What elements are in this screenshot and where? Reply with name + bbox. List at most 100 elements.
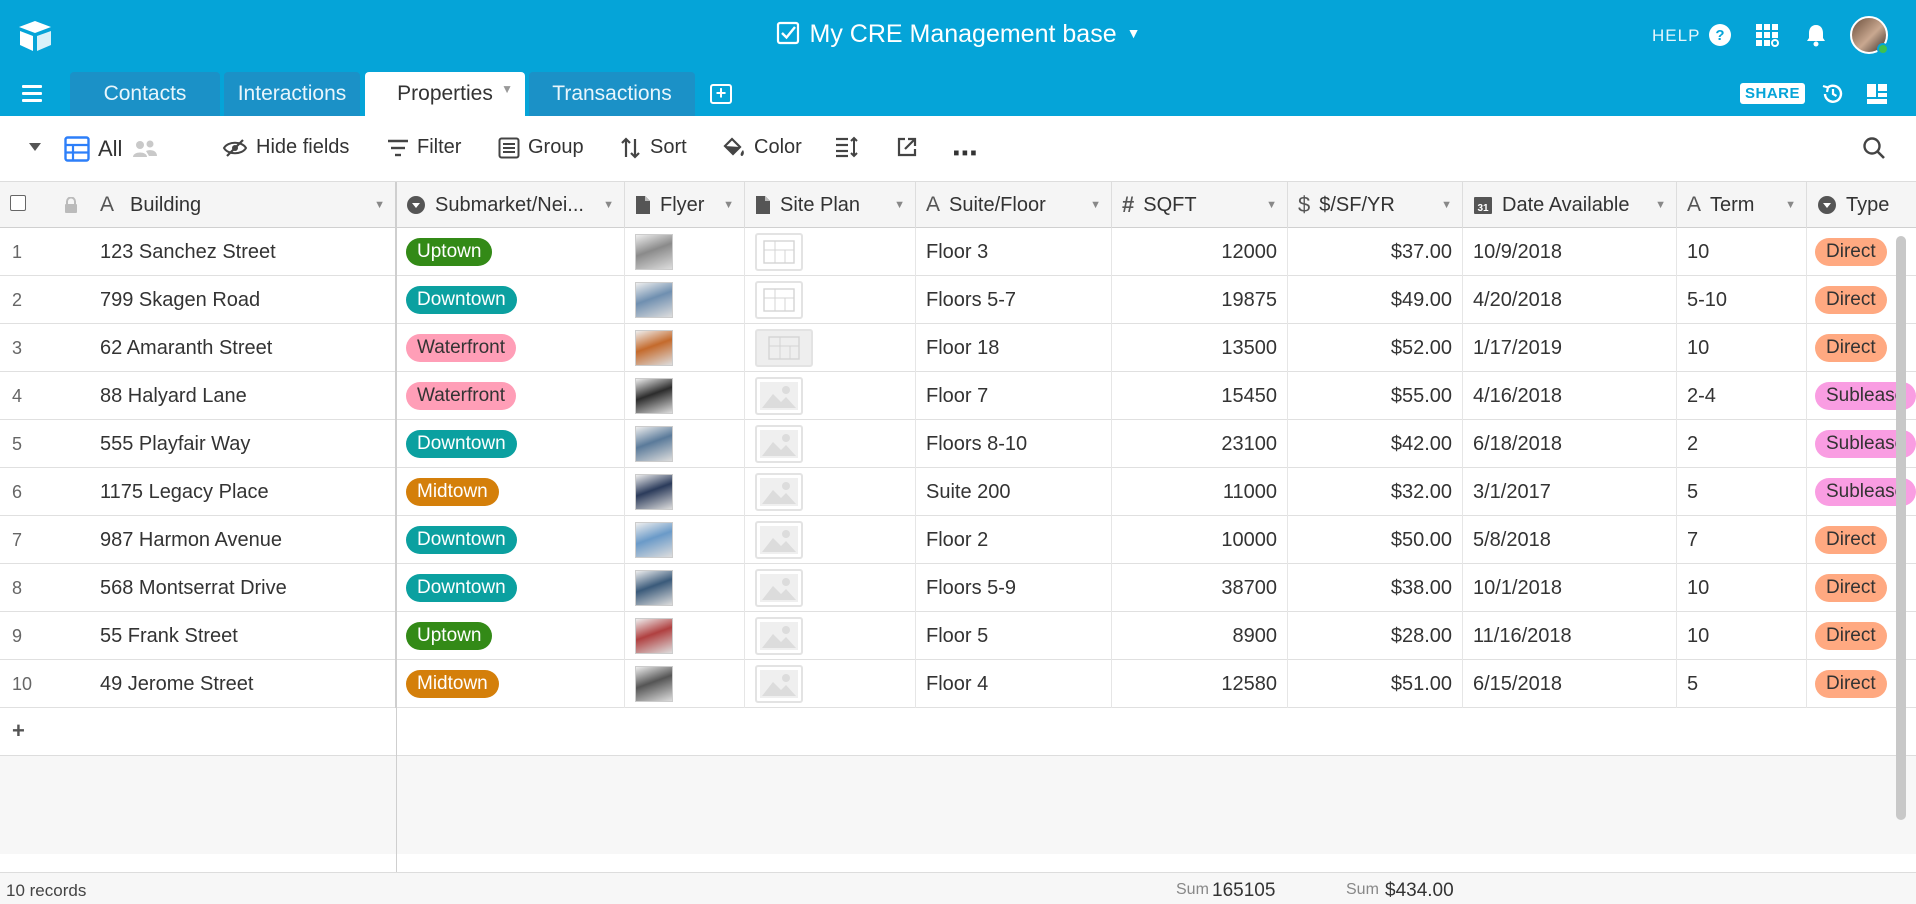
cell-building[interactable]: 987 Harmon Avenue bbox=[90, 516, 396, 564]
cell-rate[interactable]: $37.00 bbox=[1288, 228, 1463, 276]
sidebar-toggle-caret-icon[interactable] bbox=[28, 142, 50, 152]
table-row[interactable]: 8 568 Montserrat Drive Downtown Floors 5-9 3… bbox=[0, 564, 1916, 612]
apps-grid-icon[interactable] bbox=[1752, 20, 1782, 50]
row-number[interactable]: 9 bbox=[0, 612, 90, 660]
table-row[interactable]: 2 799 Skagen Road Downtown Floors 5-7 19875 $… bbox=[0, 276, 1916, 324]
header-date-available[interactable]: 31 Date Available ▼ bbox=[1463, 182, 1677, 228]
row-number[interactable]: 3 bbox=[0, 324, 90, 372]
floor-plan-thumbnail[interactable] bbox=[755, 329, 813, 367]
table-row[interactable]: 5 555 Playfair Way Downtown Floors 8-10 2310… bbox=[0, 420, 1916, 468]
chevron-down-icon[interactable]: ▼ bbox=[1266, 199, 1277, 211]
cell-submarket[interactable]: Waterfront bbox=[396, 324, 625, 372]
flyer-thumbnail[interactable] bbox=[635, 282, 673, 318]
cell-suite-floor[interactable]: Suite 200 bbox=[916, 468, 1112, 516]
cell-suite-floor[interactable]: Floor 3 bbox=[916, 228, 1112, 276]
cell-submarket[interactable]: Midtown bbox=[396, 660, 625, 708]
image-placeholder-icon[interactable] bbox=[755, 665, 803, 703]
row-number[interactable]: 1 bbox=[0, 228, 90, 276]
cell-term[interactable]: 10 bbox=[1677, 324, 1807, 372]
flyer-thumbnail[interactable] bbox=[635, 378, 673, 414]
image-placeholder-icon[interactable] bbox=[755, 521, 803, 559]
table-row[interactable]: 1 123 Sanchez Street Uptown Floor 3 12000 $37… bbox=[0, 228, 1916, 276]
cell-site-plan[interactable] bbox=[745, 228, 916, 276]
cell-building[interactable]: 88 Halyard Lane bbox=[90, 372, 396, 420]
cell-site-plan[interactable] bbox=[745, 468, 916, 516]
cell-term[interactable]: 5 bbox=[1677, 660, 1807, 708]
floor-plan-thumbnail[interactable] bbox=[755, 233, 803, 271]
cell-flyer[interactable] bbox=[625, 228, 745, 276]
cell-rate[interactable]: $55.00 bbox=[1288, 372, 1463, 420]
chevron-down-icon[interactable]: ▼ bbox=[1785, 199, 1796, 211]
row-number[interactable]: 5 bbox=[0, 420, 90, 468]
cell-flyer[interactable] bbox=[625, 276, 745, 324]
cell-rate[interactable]: $51.00 bbox=[1288, 660, 1463, 708]
cell-date-available[interactable]: 10/1/2018 bbox=[1463, 564, 1677, 612]
cell-flyer[interactable] bbox=[625, 564, 745, 612]
select-all-checkbox[interactable] bbox=[10, 195, 26, 211]
cell-site-plan[interactable] bbox=[745, 276, 916, 324]
cell-rate[interactable]: $38.00 bbox=[1288, 564, 1463, 612]
tab-properties[interactable]: Properties ▼ bbox=[365, 72, 525, 116]
cell-suite-floor[interactable]: Floor 5 bbox=[916, 612, 1112, 660]
row-number[interactable]: 4 bbox=[0, 372, 90, 420]
header-building[interactable]: A Building ▼ bbox=[0, 182, 396, 228]
add-record-row[interactable]: + bbox=[0, 708, 1916, 756]
cell-building[interactable]: 123 Sanchez Street bbox=[90, 228, 396, 276]
chevron-down-icon[interactable]: ▼ bbox=[1655, 199, 1666, 211]
sqft-sum-value[interactable]: 165105 bbox=[1212, 880, 1275, 902]
cell-suite-floor[interactable]: Floor 18 bbox=[916, 324, 1112, 372]
cell-sqft[interactable]: 12000 bbox=[1112, 228, 1288, 276]
cell-flyer[interactable] bbox=[625, 660, 745, 708]
help-link[interactable]: HELP bbox=[1652, 26, 1700, 46]
header-term[interactable]: A Term ▼ bbox=[1677, 182, 1807, 228]
cell-suite-floor[interactable]: Floors 5-9 bbox=[916, 564, 1112, 612]
cell-flyer[interactable] bbox=[625, 468, 745, 516]
cell-rate[interactable]: $49.00 bbox=[1288, 276, 1463, 324]
view-switcher[interactable]: All bbox=[64, 136, 166, 162]
cell-suite-floor[interactable]: Floors 5-7 bbox=[916, 276, 1112, 324]
cell-submarket[interactable]: Downtown bbox=[396, 420, 625, 468]
cell-sqft[interactable]: 23100 bbox=[1112, 420, 1288, 468]
search-icon[interactable] bbox=[1862, 136, 1894, 160]
cell-site-plan[interactable] bbox=[745, 420, 916, 468]
cell-date-available[interactable]: 4/16/2018 bbox=[1463, 372, 1677, 420]
sort-button[interactable]: Sort bbox=[620, 136, 687, 159]
cell-submarket[interactable]: Waterfront bbox=[396, 372, 625, 420]
cell-submarket[interactable]: Uptown bbox=[396, 612, 625, 660]
cell-submarket[interactable]: Downtown bbox=[396, 516, 625, 564]
cell-flyer[interactable] bbox=[625, 420, 745, 468]
hamburger-menu-icon[interactable] bbox=[22, 85, 42, 103]
cell-date-available[interactable]: 5/8/2018 bbox=[1463, 516, 1677, 564]
cell-rate[interactable]: $52.00 bbox=[1288, 324, 1463, 372]
cell-flyer[interactable] bbox=[625, 372, 745, 420]
table-row[interactable]: 9 55 Frank Street Uptown Floor 5 8900 $28.00 1… bbox=[0, 612, 1916, 660]
cell-suite-floor[interactable]: Floor 2 bbox=[916, 516, 1112, 564]
cell-site-plan[interactable] bbox=[745, 372, 916, 420]
cell-site-plan[interactable] bbox=[745, 324, 916, 372]
cell-site-plan[interactable] bbox=[745, 564, 916, 612]
cell-sqft[interactable]: 38700 bbox=[1112, 564, 1288, 612]
tab-contacts[interactable]: Contacts bbox=[70, 72, 220, 116]
cell-sqft[interactable]: 19875 bbox=[1112, 276, 1288, 324]
cell-flyer[interactable] bbox=[625, 516, 745, 564]
chevron-down-icon[interactable]: ▼ bbox=[501, 82, 513, 96]
row-number[interactable]: 2 bbox=[0, 276, 90, 324]
filter-button[interactable]: Filter bbox=[387, 136, 461, 159]
flyer-thumbnail[interactable] bbox=[635, 618, 673, 654]
cell-sqft[interactable]: 8900 bbox=[1112, 612, 1288, 660]
tab-interactions[interactable]: Interactions bbox=[224, 72, 360, 116]
chevron-down-icon[interactable]: ▼ bbox=[723, 199, 734, 211]
image-placeholder-icon[interactable] bbox=[755, 569, 803, 607]
chevron-down-icon[interactable]: ▼ bbox=[374, 199, 385, 211]
flyer-thumbnail[interactable] bbox=[635, 474, 673, 510]
cell-rate[interactable]: $28.00 bbox=[1288, 612, 1463, 660]
flyer-thumbnail[interactable] bbox=[635, 570, 673, 606]
more-options-icon[interactable]: ⋯ bbox=[952, 138, 978, 169]
table-row[interactable]: 10 49 Jerome Street Midtown Floor 4 12580 $51… bbox=[0, 660, 1916, 708]
user-avatar[interactable] bbox=[1850, 16, 1889, 55]
chevron-down-icon[interactable]: ▼ bbox=[603, 199, 614, 211]
history-icon[interactable] bbox=[1818, 79, 1848, 109]
cell-term[interactable]: 5-10 bbox=[1677, 276, 1807, 324]
flyer-thumbnail[interactable] bbox=[635, 666, 673, 702]
cell-building[interactable]: 55 Frank Street bbox=[90, 612, 396, 660]
